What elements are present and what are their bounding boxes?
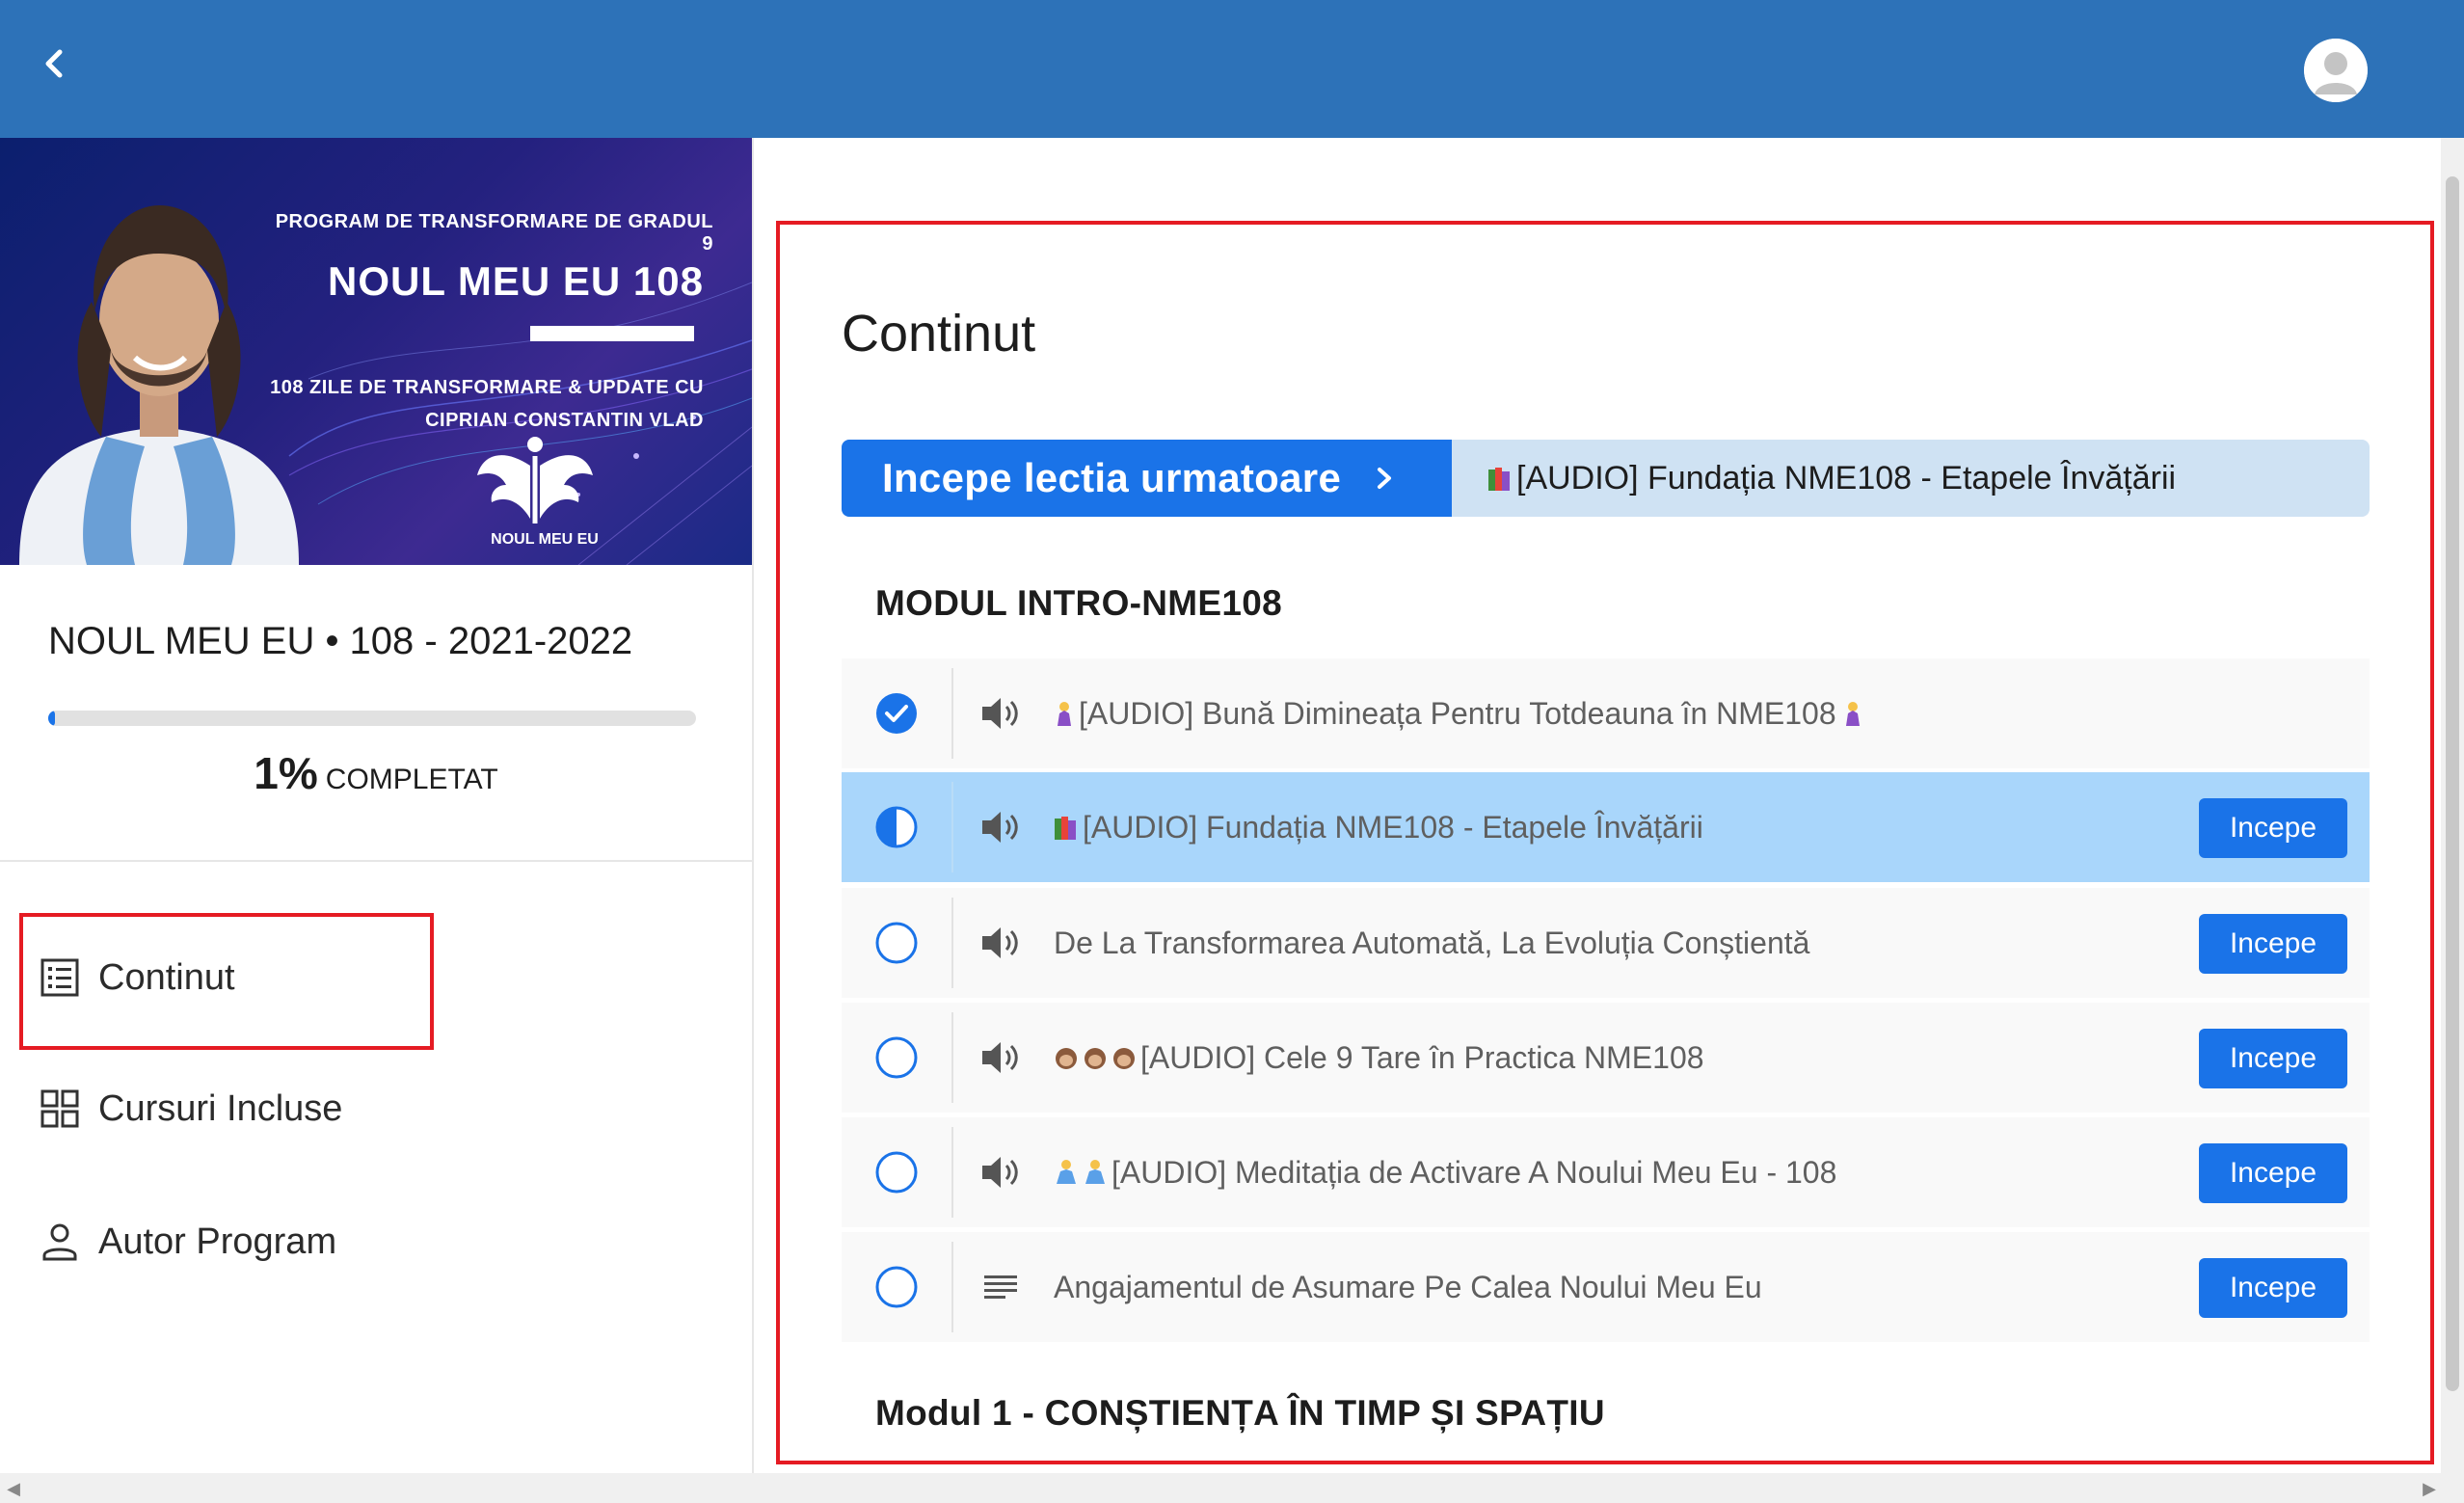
progress-bar bbox=[48, 711, 696, 726]
praying-emoji-icon bbox=[1058, 702, 1071, 726]
lesson-title: [AUDIO] Cele 9 Tare în Practica NME108 bbox=[1140, 1039, 1704, 1075]
lesson-row[interactable]: [AUDIO] Bună Dimineața Pentru Totdeauna … bbox=[842, 658, 2370, 768]
row-divider bbox=[951, 1127, 953, 1218]
course-title: NOUL MEU EU • 108 - 2021-2022 bbox=[48, 620, 633, 662]
lesson-title-wrap: [AUDIO] Bună Dimineața Pentru Totdeauna … bbox=[1054, 658, 1867, 768]
progress-percent: 1% bbox=[254, 748, 318, 798]
sidebar-item-label: Autor Program bbox=[98, 1221, 337, 1262]
banner-logo-text: NOUL MEU EU bbox=[491, 531, 599, 548]
row-divider bbox=[951, 782, 953, 872]
speaker-icon bbox=[982, 1157, 1018, 1188]
books-emoji-icon bbox=[1488, 468, 1510, 491]
not-started-circle-icon[interactable] bbox=[874, 1035, 919, 1080]
not-started-circle-icon[interactable] bbox=[874, 921, 919, 965]
sidebar-item-autor-program[interactable]: Autor Program bbox=[39, 1203, 424, 1280]
user-avatar[interactable] bbox=[2304, 39, 2368, 102]
monkey-emoji-icon bbox=[1113, 1048, 1135, 1069]
banner-subtitle-top: PROGRAM DE TRANSFORMARE DE GRADUL 9 bbox=[275, 211, 713, 255]
meditation-emoji-icon bbox=[1085, 1160, 1105, 1184]
course-banner: PROGRAM DE TRANSFORMARE DE GRADUL 9 NOUL… bbox=[0, 138, 752, 565]
next-lesson-button[interactable]: Incepe lectia urmatoare bbox=[842, 440, 1452, 517]
module-title: Modul 1 - CONȘTIENȚA ÎN TIMP ȘI SPAȚIU bbox=[875, 1393, 1605, 1433]
horizontal-scrollbar[interactable]: ◀ ▶ bbox=[0, 1473, 2464, 1503]
lesson-row-active[interactable]: [AUDIO] Fundația NME108 - Etapele Învăță… bbox=[842, 772, 2370, 882]
sidebar-item-label: Cursuri Incluse bbox=[98, 1087, 343, 1129]
lesson-title: [AUDIO] Bună Dimineața Pentru Totdeauna … bbox=[1079, 695, 1836, 731]
progress-word: COMPLETAT bbox=[325, 764, 498, 795]
not-started-circle-icon[interactable] bbox=[874, 1265, 919, 1309]
lesson-title: Angajamentul de Asumare Pe Calea Noului … bbox=[1054, 1269, 1762, 1304]
lesson-title: [AUDIO] Fundația NME108 - Etapele Învăță… bbox=[1083, 809, 1703, 845]
in-progress-icon[interactable] bbox=[874, 805, 919, 849]
sidebar-item-cursuri-incluse[interactable]: Cursuri Incluse bbox=[39, 1070, 424, 1147]
scroll-right-arrow-icon[interactable]: ▶ bbox=[2420, 1479, 2439, 1498]
progress-label: 1% COMPLETAT bbox=[0, 747, 752, 799]
speaker-icon bbox=[982, 698, 1018, 729]
progress-bar-fill bbox=[48, 711, 55, 726]
next-lesson-title: [AUDIO] Fundația NME108 - Etapele Învăță… bbox=[1516, 459, 2177, 497]
back-button[interactable] bbox=[29, 37, 83, 91]
sidebar: PROGRAM DE TRANSFORMARE DE GRADUL 9 NOUL… bbox=[0, 138, 754, 1473]
scrollbar-thumb[interactable] bbox=[2446, 176, 2459, 1391]
grid-icon bbox=[40, 1089, 79, 1128]
lesson-title-wrap: [AUDIO] Cele 9 Tare în Practica NME108 bbox=[1054, 1003, 1704, 1113]
next-lesson-title-wrap[interactable]: [AUDIO] Fundația NME108 - Etapele Învăță… bbox=[1487, 440, 2176, 517]
monkey-emoji-icon bbox=[1085, 1048, 1106, 1069]
monkey-emoji-icon bbox=[1056, 1048, 1077, 1069]
start-lesson-button[interactable]: Incepe bbox=[2199, 914, 2347, 974]
chevron-right-icon bbox=[1378, 468, 1392, 489]
section-title: Continut bbox=[842, 305, 1036, 362]
start-lesson-button[interactable]: Incepe bbox=[2199, 1029, 2347, 1088]
start-lesson-button[interactable]: Incepe bbox=[2199, 1258, 2347, 1318]
text-lines-icon bbox=[984, 1275, 1017, 1299]
lesson-row[interactable]: [AUDIO] Cele 9 Tare în Practica NME108 I… bbox=[842, 1003, 2370, 1113]
lesson-title: De La Transformarea Automată, La Evoluți… bbox=[1054, 925, 1810, 960]
vertical-scrollbar[interactable] bbox=[2441, 138, 2464, 1473]
speaker-icon bbox=[982, 1042, 1018, 1073]
meditation-emoji-icon bbox=[1057, 1160, 1076, 1184]
next-lesson-bar: Incepe lectia urmatoare [AUDIO] Fundația… bbox=[842, 440, 2370, 517]
start-lesson-button[interactable]: Incepe bbox=[2199, 1143, 2347, 1203]
highlight-box-sidebar bbox=[19, 913, 434, 1050]
wings-logo-icon bbox=[477, 437, 593, 523]
module-title: MODUL INTRO-NME108 bbox=[875, 583, 1283, 623]
banner-title: NOUL MEU EU 108 bbox=[328, 258, 704, 304]
user-avatar-icon bbox=[2304, 39, 2368, 102]
lesson-title-wrap: Angajamentul de Asumare Pe Calea Noului … bbox=[1054, 1232, 1762, 1342]
lesson-title-wrap: [AUDIO] Meditația de Activare A Noului M… bbox=[1054, 1117, 1836, 1227]
row-divider bbox=[951, 668, 953, 759]
lesson-title-wrap: De La Transformarea Automată, La Evoluți… bbox=[1054, 888, 1809, 998]
speaker-icon bbox=[982, 812, 1018, 843]
not-started-circle-icon[interactable] bbox=[874, 1150, 919, 1194]
row-divider bbox=[951, 1242, 953, 1332]
row-divider bbox=[951, 898, 953, 988]
lesson-row[interactable]: De La Transformarea Automată, La Evoluți… bbox=[842, 888, 2370, 998]
row-divider bbox=[951, 1012, 953, 1103]
chevron-left-icon bbox=[45, 49, 63, 78]
person-icon bbox=[42, 1223, 77, 1261]
lesson-title: [AUDIO] Meditația de Activare A Noului M… bbox=[1111, 1154, 1837, 1190]
top-bar bbox=[0, 0, 2464, 138]
books-emoji-icon bbox=[1055, 817, 1076, 840]
sidebar-divider bbox=[0, 860, 752, 862]
completed-check-icon[interactable] bbox=[874, 691, 919, 736]
banner-subtitle-line1: 108 ZILE DE TRANSFORMARE & UPDATE CU bbox=[270, 377, 704, 398]
lesson-row[interactable]: [AUDIO] Meditația de Activare A Noului M… bbox=[842, 1117, 2370, 1227]
speaker-icon bbox=[982, 927, 1018, 958]
lesson-row[interactable]: Angajamentul de Asumare Pe Calea Noului … bbox=[842, 1232, 2370, 1342]
lesson-title-wrap: [AUDIO] Fundația NME108 - Etapele Învăță… bbox=[1054, 772, 1703, 882]
start-lesson-button[interactable]: Incepe bbox=[2199, 798, 2347, 858]
next-lesson-button-label: Incepe lectia urmatoare bbox=[882, 455, 1342, 500]
praying-emoji-icon bbox=[1845, 702, 1860, 726]
scroll-left-arrow-icon[interactable]: ◀ bbox=[4, 1479, 23, 1498]
banner-divider bbox=[530, 326, 694, 341]
